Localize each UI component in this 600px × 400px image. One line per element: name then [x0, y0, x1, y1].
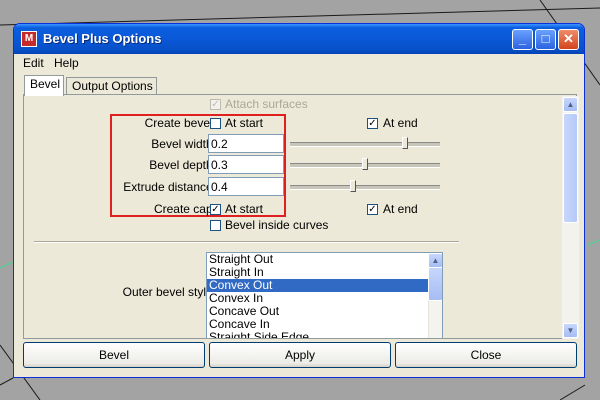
attach-surfaces-label: Attach surfaces: [225, 97, 308, 111]
options-scrollbar[interactable]: ▲ ▼: [562, 96, 579, 339]
action-button-row: Bevel Apply Close: [23, 342, 578, 370]
minimize-button[interactable]: _: [512, 29, 533, 50]
bevel-depth-slider[interactable]: [290, 158, 440, 172]
bevel-button[interactable]: Bevel: [23, 342, 205, 368]
extrude-distance-slider[interactable]: [290, 180, 440, 194]
scroll-thumb[interactable]: [563, 113, 578, 223]
extrude-distance-slider-thumb[interactable]: [350, 180, 356, 192]
create-cap-at-end-label: At end: [383, 202, 418, 216]
section-divider: [34, 241, 459, 243]
outer-bevel-style-list[interactable]: Straight Out Straight In Convex Out Convex …: [206, 252, 443, 339]
create-cap-label: Create cap:: [153, 202, 216, 216]
list-scroll-thumb[interactable]: [428, 267, 442, 301]
create-cap-at-start-label: At start: [225, 202, 264, 216]
bevel-width-slider[interactable]: [290, 137, 440, 151]
window-title: Bevel Plus Options: [43, 31, 162, 46]
apply-button[interactable]: Apply: [209, 342, 391, 368]
maximize-button[interactable]: □: [535, 29, 556, 50]
scroll-down-button[interactable]: ▼: [563, 323, 578, 338]
menu-help[interactable]: Help: [54, 56, 79, 70]
tab-output-options[interactable]: Output Options: [66, 77, 157, 95]
options-panel: ✓ Attach surfaces Create bevel: At start…: [23, 94, 577, 339]
create-bevel-at-end-checkbox[interactable]: ✓: [367, 118, 378, 129]
close-window-button[interactable]: ✕: [558, 29, 579, 50]
bevel-width-slider-thumb[interactable]: [402, 137, 408, 149]
menu-edit[interactable]: Edit: [23, 56, 44, 70]
create-bevel-at-end-label: At end: [383, 116, 418, 130]
list-scrollbar[interactable]: ▲ ▼: [428, 253, 442, 338]
tab-bevel[interactable]: Bevel: [24, 75, 64, 96]
menu-bar: Edit Help: [14, 54, 584, 72]
bevel-inside-curves-checkbox[interactable]: [210, 220, 221, 231]
maya-app-icon: M: [21, 31, 37, 47]
scroll-up-button[interactable]: ▲: [563, 97, 578, 112]
create-cap-at-start-checkbox[interactable]: ✓: [210, 204, 221, 215]
outer-bevel-style-items: Straight Out Straight In Convex Out Convex …: [207, 253, 442, 339]
list-scroll-up-button[interactable]: ▲: [428, 253, 442, 268]
bevel-plus-options-window: M Bevel Plus Options _ □ ✕ Edit Help Bev…: [13, 23, 585, 378]
outer-bevel-style-label: Outer bevel style:: [122, 285, 216, 299]
bevel-inside-curves-label: Bevel inside curves: [225, 218, 329, 232]
close-button[interactable]: Close: [395, 342, 577, 368]
list-item[interactable]: Straight Side Edge: [207, 331, 442, 339]
bevel-depth-slider-thumb[interactable]: [362, 158, 368, 170]
create-cap-at-end-checkbox[interactable]: ✓: [367, 204, 378, 215]
title-bar[interactable]: M Bevel Plus Options _ □ ✕: [14, 24, 584, 54]
attach-surfaces-checkbox: ✓: [210, 99, 221, 110]
